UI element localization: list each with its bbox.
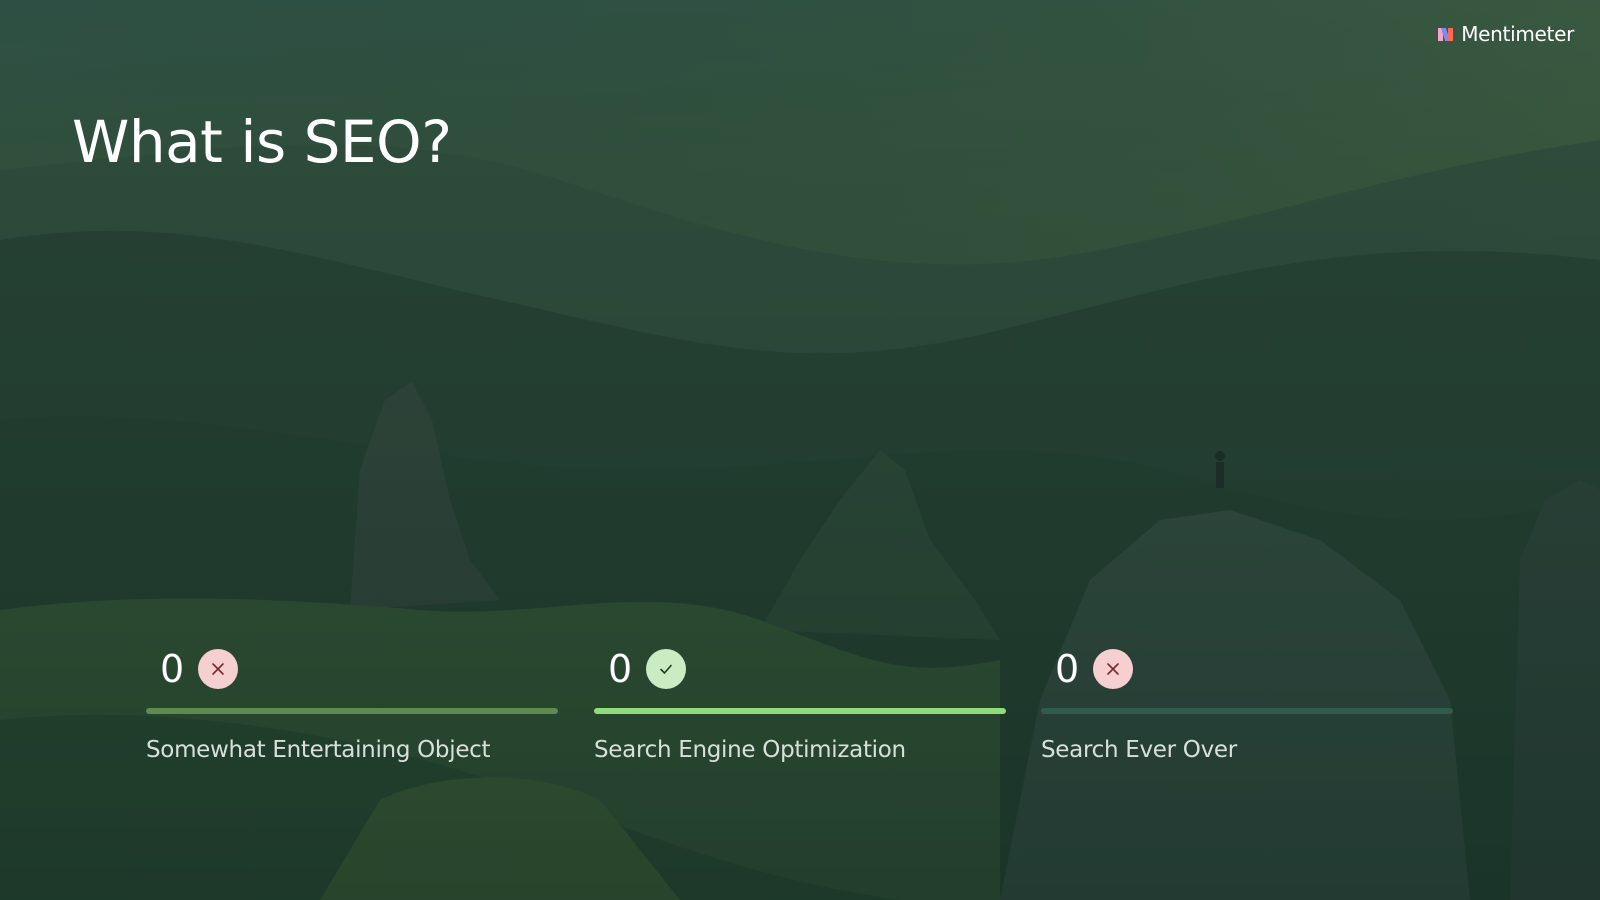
incorrect-badge <box>198 649 239 689</box>
brand-logo: Mentimeter <box>1437 22 1574 46</box>
answer-count-row: 0 <box>1041 646 1453 692</box>
answer-option: 0 Search Engine Optimization <box>594 646 1006 763</box>
answer-bar <box>146 708 558 714</box>
brand-name: Mentimeter <box>1461 22 1574 46</box>
answer-count: 0 <box>608 647 633 691</box>
correct-badge <box>646 649 687 689</box>
mentimeter-logo-icon <box>1438 28 1454 41</box>
answer-count-row: 0 <box>146 646 558 692</box>
close-icon <box>1107 663 1119 675</box>
answer-count: 0 <box>1055 647 1080 691</box>
slide: Mentimeter What is SEO? 0 Somewhat Enter… <box>0 0 1600 900</box>
close-icon <box>212 663 224 675</box>
answer-label: Search Ever Over <box>1041 737 1237 763</box>
answer-bar <box>1041 708 1453 714</box>
incorrect-badge <box>1093 649 1134 689</box>
answer-option: 0 Search Ever Over <box>1041 646 1453 763</box>
answer-bar <box>594 708 1006 714</box>
check-icon <box>660 664 672 674</box>
answer-label: Search Engine Optimization <box>594 737 906 763</box>
answer-label: Somewhat Entertaining Object <box>146 737 491 763</box>
answer-option: 0 Somewhat Entertaining Object <box>146 646 558 763</box>
answer-count-row: 0 <box>594 646 1006 692</box>
answer-count: 0 <box>160 647 185 691</box>
slide-title: What is SEO? <box>72 108 452 176</box>
